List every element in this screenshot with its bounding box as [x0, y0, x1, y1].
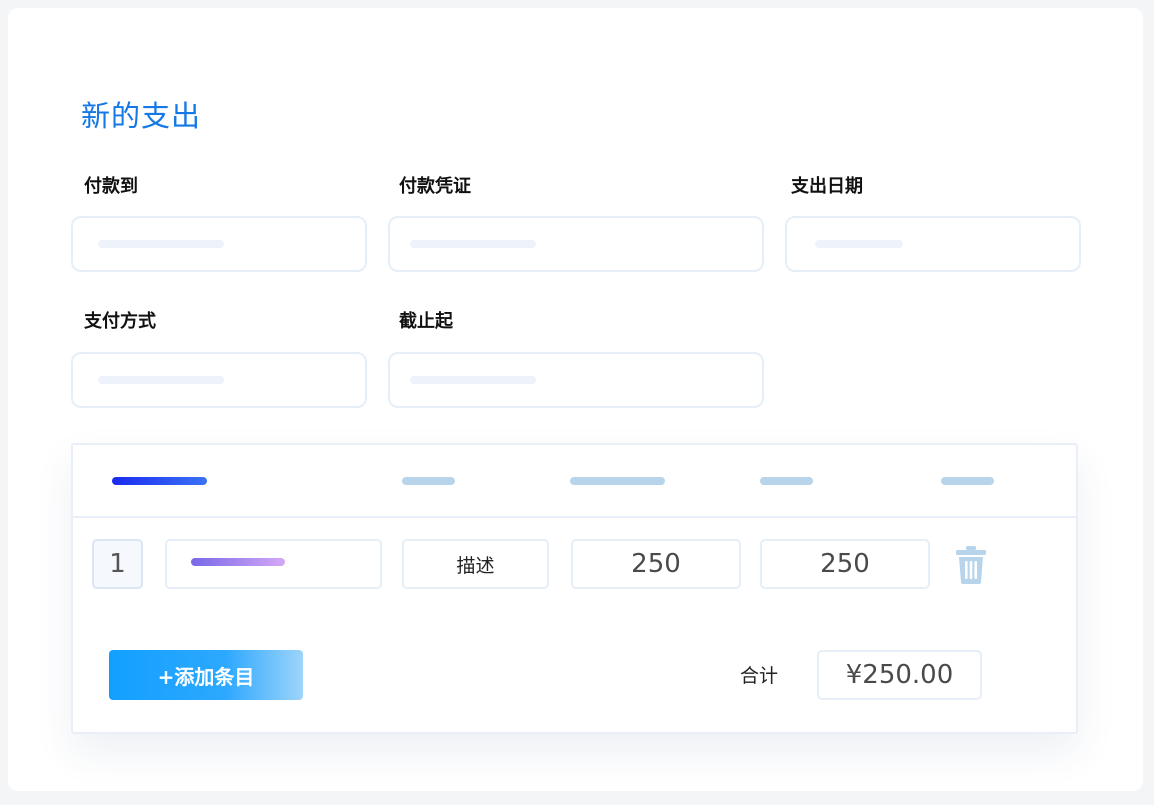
header-placeholder: [570, 477, 665, 485]
input-placeholder-bar: [98, 376, 224, 384]
voucher-input[interactable]: [388, 216, 764, 272]
item-name-input[interactable]: [165, 539, 382, 589]
trash-icon[interactable]: [956, 546, 986, 584]
line-items-table: 1 描述 250 250 +添加条目 合计 ¥250.00: [71, 443, 1078, 734]
header-placeholder: [941, 477, 994, 485]
input-placeholder-bar: [98, 240, 224, 248]
page-title: 新的支出: [81, 99, 202, 133]
input-placeholder-bar: [410, 376, 536, 384]
header-placeholder: [402, 477, 455, 485]
item-name-placeholder-bar: [191, 558, 285, 566]
table-header: [73, 445, 1076, 518]
field-label-due-from: 截止起: [399, 311, 453, 332]
expense-date-input[interactable]: [785, 216, 1081, 272]
item-description-input[interactable]: 描述: [402, 539, 549, 589]
total-label: 合计: [740, 665, 779, 687]
input-placeholder-bar: [815, 240, 903, 248]
add-item-button[interactable]: +添加条目: [109, 650, 303, 700]
input-placeholder-bar: [410, 240, 536, 248]
item-amount-input[interactable]: 250: [760, 539, 930, 589]
header-placeholder: [760, 477, 813, 485]
total-value: ¥250.00: [817, 650, 982, 700]
due-from-input[interactable]: [388, 352, 764, 408]
item-quantity-input[interactable]: 250: [571, 539, 741, 589]
payment-method-input[interactable]: [71, 352, 367, 408]
field-label-pay-to: 付款到: [84, 176, 138, 197]
row-index: 1: [92, 539, 143, 589]
field-label-voucher: 付款凭证: [399, 176, 471, 197]
field-label-expense-date: 支出日期: [791, 176, 863, 197]
pay-to-input[interactable]: [71, 216, 367, 272]
field-label-payment-method: 支付方式: [84, 311, 156, 332]
header-placeholder-active: [112, 477, 207, 485]
